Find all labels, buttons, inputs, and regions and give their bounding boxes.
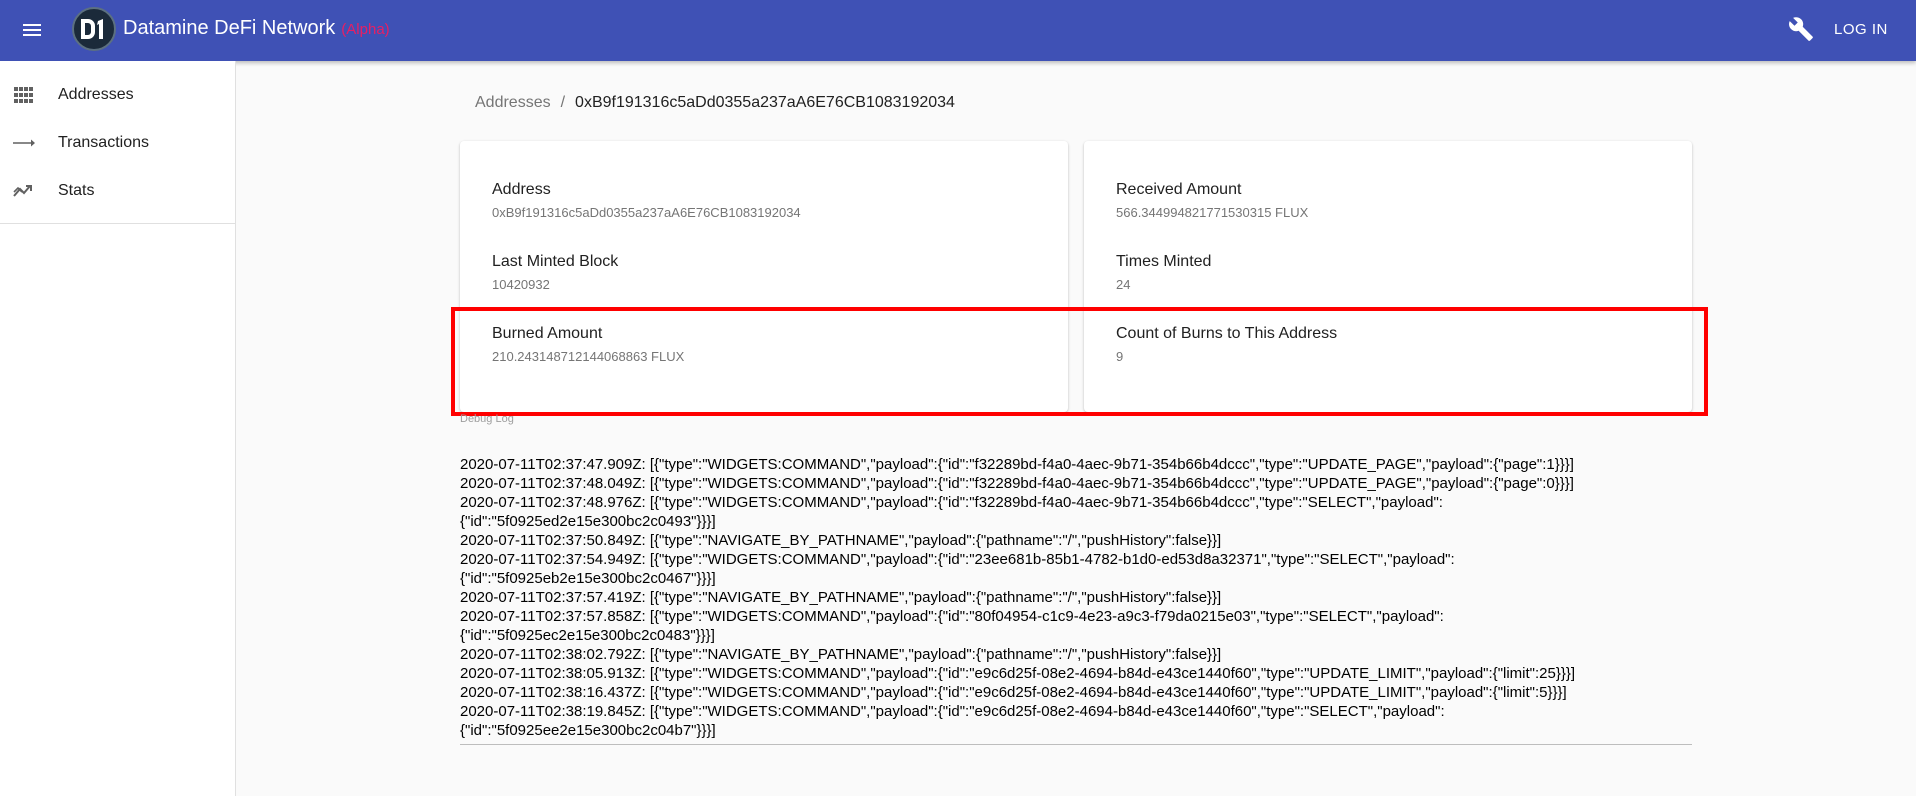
- burn-count-value: 9: [1116, 349, 1124, 364]
- sidebar-item-label: Transactions: [58, 134, 149, 151]
- address-value: 0xB9f191316c5aDd0355a237aA6E76CB10831920…: [492, 205, 801, 220]
- address-field: Address 0xB9f191316c5aDd0355a237aA6E76CB…: [492, 181, 801, 220]
- burned-amount-field: Burned Amount 210.243148712144068863 FLU…: [492, 325, 684, 364]
- sidebar-item-addresses[interactable]: Addresses: [0, 71, 235, 119]
- log-line: 2020-07-11T02:38:19.845Z: [{"type":"WIDG…: [460, 703, 1445, 739]
- sidebar-item-stats[interactable]: Stats: [0, 167, 235, 215]
- last-minted-label: Last Minted Block: [492, 253, 619, 270]
- wrench-icon[interactable]: [1788, 16, 1814, 42]
- times-minted-field: Times Minted 24: [1116, 253, 1211, 292]
- times-minted-value: 24: [1116, 277, 1131, 292]
- burn-count-label: Count of Burns to This Address: [1116, 325, 1338, 342]
- log-line: 2020-07-11T02:37:50.849Z: [{"type":"NAVI…: [460, 532, 1222, 549]
- log-line: 2020-07-11T02:38:16.437Z: [{"type":"WIDG…: [460, 684, 1567, 701]
- menu-icon[interactable]: [20, 18, 44, 42]
- address-label: Address: [492, 181, 551, 198]
- sidebar-item-label: Addresses: [58, 86, 134, 103]
- times-minted-label: Times Minted: [1116, 253, 1212, 270]
- log-line: 2020-07-11T02:38:05.913Z: [{"type":"WIDG…: [460, 665, 1576, 682]
- log-line: 2020-07-11T02:37:57.858Z: [{"type":"WIDG…: [460, 608, 1444, 644]
- nav-list: Addresses Transactions Stats: [0, 61, 235, 224]
- breadcrumb-current: 0xB9f191316c5aDd0355a237aA6E76CB10831920…: [575, 94, 955, 111]
- received-amount-label: Received Amount: [1116, 181, 1242, 198]
- app-title[interactable]: Datamine DeFi Network (Alpha): [123, 17, 390, 40]
- log-line: 2020-07-11T02:37:48.976Z: [{"type":"WIDG…: [460, 494, 1443, 530]
- log-line: 2020-07-11T02:37:48.049Z: [{"type":"WIDG…: [460, 475, 1574, 492]
- received-amount-field: Received Amount 566.344994821771530315 F…: [1116, 181, 1308, 220]
- log-line: 2020-07-11T02:37:57.419Z: [{"type":"NAVI…: [460, 589, 1222, 606]
- address-stats-card: Received Amount 566.344994821771530315 F…: [1084, 141, 1692, 412]
- debug-log: 2020-07-11T02:37:47.909Z: [{"type":"WIDG…: [460, 455, 1692, 740]
- last-minted-field: Last Minted Block 10420932: [492, 253, 618, 292]
- alpha-badge: (Alpha): [341, 21, 390, 38]
- app-bar: Datamine DeFi Network (Alpha) LOG IN: [0, 0, 1916, 61]
- burn-count-field: Count of Burns to This Address 9: [1116, 325, 1337, 364]
- sidebar-item-transactions[interactable]: Transactions: [0, 119, 235, 167]
- sidebar: Addresses Transactions Stats: [0, 61, 236, 796]
- log-line: 2020-07-11T02:37:54.949Z: [{"type":"WIDG…: [460, 551, 1455, 587]
- last-minted-value: 10420932: [492, 277, 550, 292]
- sidebar-item-label: Stats: [58, 182, 95, 199]
- burned-amount-value: 210.243148712144068863 FLUX: [492, 349, 685, 364]
- breadcrumb: Addresses / 0xB9f191316c5aDd0355a237aA6E…: [475, 94, 955, 112]
- debug-divider: [460, 744, 1692, 745]
- received-amount-value: 566.344994821771530315 FLUX: [1116, 205, 1309, 220]
- grid-icon: [0, 87, 58, 103]
- breadcrumb-separator: /: [560, 94, 566, 111]
- app-title-text: Datamine DeFi Network: [123, 17, 336, 39]
- arrow-right-icon: [0, 138, 58, 148]
- debug-log-label: Debug Log: [460, 413, 514, 425]
- address-details-card: Address 0xB9f191316c5aDd0355a237aA6E76CB…: [460, 141, 1068, 412]
- breadcrumb-addresses-link[interactable]: Addresses: [475, 94, 551, 112]
- log-line: 2020-07-11T02:38:02.792Z: [{"type":"NAVI…: [460, 646, 1222, 663]
- log-line: 2020-07-11T02:37:47.909Z: [{"type":"WIDG…: [460, 456, 1574, 473]
- app-logo[interactable]: [72, 7, 116, 51]
- trending-icon: [0, 184, 58, 198]
- login-button[interactable]: LOG IN: [1820, 10, 1902, 48]
- burned-amount-label: Burned Amount: [492, 325, 603, 342]
